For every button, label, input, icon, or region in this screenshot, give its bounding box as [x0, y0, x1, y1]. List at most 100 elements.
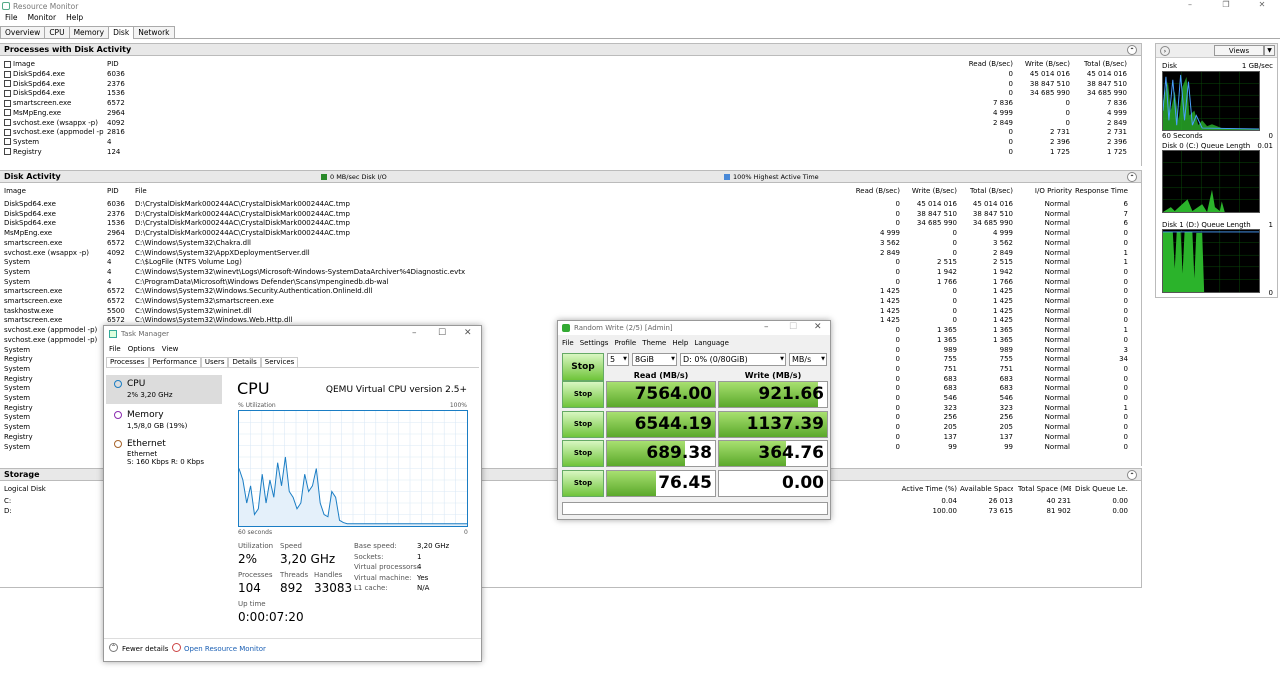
tab-disk[interactable]: Disk: [108, 26, 135, 39]
menu-monitor[interactable]: Monitor: [23, 13, 62, 25]
menu-file[interactable]: File: [0, 13, 23, 25]
tab-network[interactable]: Network: [133, 26, 175, 38]
maximize-button[interactable]: ☐: [789, 322, 797, 332]
size-select[interactable]: 8GiB ▼: [632, 353, 677, 366]
tm-tab-users[interactable]: Users: [200, 357, 229, 367]
close-button[interactable]: ✕: [1244, 0, 1280, 9]
col-write[interactable]: Write (B/sec): [1020, 60, 1070, 70]
fewer-details-icon[interactable]: ⌃: [109, 643, 118, 652]
col-io-priority[interactable]: I/O Priority: [1020, 187, 1072, 197]
tm-tab-performance[interactable]: Performance: [148, 357, 201, 367]
table-row[interactable]: taskhostw.exe 5500 C:\Windows\System32\win…: [0, 307, 1140, 317]
disk-activity-header[interactable]: Disk Activity 0 MB/sec Disk I/O 100% Hig…: [0, 170, 1141, 183]
minimize-button[interactable]: –: [1172, 0, 1208, 9]
close-button[interactable]: ✕: [464, 328, 472, 338]
stop-all-button[interactable]: Stop: [562, 353, 604, 381]
checkbox[interactable]: [4, 148, 11, 156]
col-read[interactable]: Read (B/sec): [840, 187, 900, 197]
views-button[interactable]: Views: [1214, 45, 1264, 56]
table-row[interactable]: svchost.exe (wsappx -p) 4092 C:\Windows\Sy…: [0, 249, 1140, 259]
cdm-comment-field[interactable]: [562, 502, 828, 515]
table-row[interactable]: DiskSpd64.exe 6036 D:\CrystalDiskMark00024…: [0, 200, 1140, 210]
col-available-space[interactable]: Available Space...: [960, 485, 1013, 495]
col-write[interactable]: Write (B/sec): [905, 187, 957, 197]
col-active-time[interactable]: Active Time (%): [900, 485, 957, 495]
cdm-menu-help[interactable]: Help: [672, 339, 688, 347]
checkbox[interactable]: [4, 89, 11, 97]
fewer-details-link[interactable]: Fewer details: [122, 645, 168, 653]
table-row[interactable]: DiskSpd64.exe 1536 0 34 685 990 34 685 990: [0, 89, 1130, 99]
tab-memory[interactable]: Memory: [68, 26, 110, 38]
tm-tab-processes[interactable]: Processes: [106, 357, 149, 367]
col-logical-disk[interactable]: Logical Disk: [4, 485, 94, 495]
table-row[interactable]: DiskSpd64.exe 1536 D:\CrystalDiskMark00024…: [0, 219, 1140, 229]
menu-help[interactable]: Help: [61, 13, 88, 25]
col-image[interactable]: Image: [13, 60, 35, 68]
col-total[interactable]: Total (B/sec): [960, 187, 1013, 197]
cdm-menu-file[interactable]: File: [562, 339, 574, 347]
table-row[interactable]: DiskSpd64.exe 2376 D:\CrystalDiskMark00024…: [0, 210, 1140, 220]
count-select[interactable]: 5 ▼: [607, 353, 629, 366]
tab-cpu[interactable]: CPU: [44, 26, 70, 38]
cdm-menu-theme[interactable]: Theme: [642, 339, 666, 347]
checkbox[interactable]: [4, 99, 11, 107]
col-read[interactable]: Read (B/sec): [950, 60, 1013, 70]
checkbox[interactable]: [4, 60, 11, 68]
cdm-menu-profile[interactable]: Profile: [614, 339, 636, 347]
tm-item-ethernet[interactable]: Ethernet Ethernet S: 160 Kbps R: 0 Kbps: [106, 435, 222, 471]
maximize-button[interactable]: ❐: [1208, 0, 1244, 9]
table-row[interactable]: smartscreen.exe 6572 7 836 0 7 836: [0, 99, 1130, 109]
stop-button[interactable]: Stop: [562, 470, 604, 498]
processes-header[interactable]: Processes with Disk Activity ⌃: [0, 43, 1141, 56]
close-button[interactable]: ✕: [814, 322, 822, 332]
cdm-menu-settings[interactable]: Settings: [580, 339, 609, 347]
stop-button[interactable]: Stop: [562, 410, 604, 438]
checkbox[interactable]: [4, 80, 11, 88]
collapse-icon[interactable]: ⌃: [1127, 470, 1137, 480]
views-dropdown-icon[interactable]: ▼: [1264, 45, 1275, 56]
tm-item-memory[interactable]: Memory 1,5/8,0 GB (19%): [106, 406, 222, 435]
cdm-menu-language[interactable]: Language: [694, 339, 729, 347]
collapse-icon[interactable]: ⌃: [1127, 172, 1137, 182]
tm-menu-options[interactable]: Options: [128, 345, 155, 353]
table-row[interactable]: smartscreen.exe 6572 C:\Windows\System32\C…: [0, 239, 1140, 249]
col-total[interactable]: Total (B/sec): [1075, 60, 1127, 70]
col-response-time[interactable]: Response Time...: [1075, 187, 1128, 197]
table-row[interactable]: MsMpEng.exe 2964 D:\CrystalDiskMark000244A…: [0, 229, 1140, 239]
tab-overview[interactable]: Overview: [0, 26, 46, 38]
tm-item-cpu[interactable]: CPU 2% 3,20 GHz: [106, 375, 222, 404]
checkbox[interactable]: [4, 70, 11, 78]
table-row[interactable]: DiskSpd64.exe 2376 0 38 847 510 38 847 510: [0, 80, 1130, 90]
col-disk-queue[interactable]: Disk Queue Le...: [1075, 485, 1128, 495]
tm-menu-view[interactable]: View: [162, 345, 179, 353]
open-resource-monitor-link[interactable]: Open Resource Monitor: [184, 645, 266, 653]
unit-select[interactable]: MB/s ▼: [789, 353, 827, 366]
drive-select[interactable]: D: 0% (0/80GiB) ▼: [680, 353, 786, 366]
col-file[interactable]: File: [135, 187, 435, 197]
checkbox[interactable]: [4, 119, 11, 126]
col-pid[interactable]: PID: [107, 60, 137, 70]
maximize-button[interactable]: ☐: [438, 328, 446, 338]
stop-button[interactable]: Stop: [562, 440, 604, 468]
table-row[interactable]: svchost.exe (appmodel -p) 2816 0 2 731 2 731: [0, 128, 1130, 138]
table-row[interactable]: System 4 0 2 396 2 396: [0, 138, 1130, 148]
minimize-button[interactable]: –: [764, 322, 769, 332]
table-row[interactable]: MsMpEng.exe 2964 4 999 0 4 999: [0, 109, 1130, 119]
table-row[interactable]: System 4 C:\Windows\System32\winevt\Logs\M…: [0, 268, 1140, 278]
table-row[interactable]: Registry 124 0 1 725 1 725: [0, 148, 1130, 158]
collapse-icon[interactable]: ⌃: [1127, 45, 1137, 55]
table-row[interactable]: System 4 C:\ProgramData\Microsoft\Windows …: [0, 278, 1140, 288]
table-row[interactable]: DiskSpd64.exe 6036 0 45 014 016 45 014 016: [0, 70, 1130, 80]
expand-icon[interactable]: ›: [1160, 46, 1170, 56]
col-image[interactable]: Image: [4, 187, 94, 197]
table-row[interactable]: smartscreen.exe 6572 C:\Windows\System32\W…: [0, 287, 1140, 297]
table-row[interactable]: svchost.exe (wsappx -p) 4092 2 849 0 2 849: [0, 119, 1130, 129]
table-row[interactable]: System 4 C:\$LogFile (NTFS Volume Log) 0 2 5…: [0, 258, 1140, 268]
minimize-button[interactable]: –: [412, 328, 417, 338]
tm-tab-services[interactable]: Services: [260, 357, 299, 367]
stop-button[interactable]: Stop: [562, 381, 604, 408]
table-row[interactable]: smartscreen.exe 6572 C:\Windows\System32\s…: [0, 297, 1140, 307]
tm-tab-details[interactable]: Details: [228, 357, 261, 367]
checkbox[interactable]: [4, 109, 11, 117]
col-pid[interactable]: PID: [107, 187, 135, 197]
